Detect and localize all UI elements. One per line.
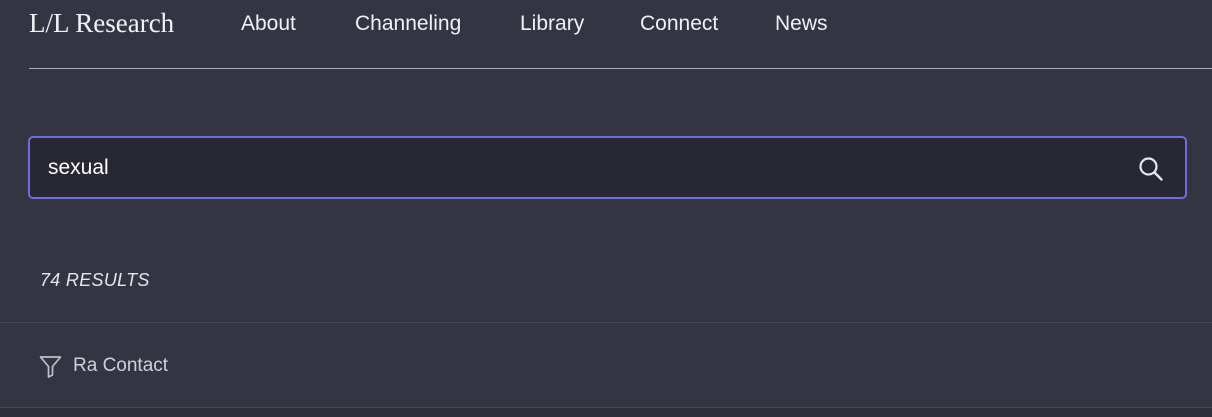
search-input[interactable] [30, 138, 1110, 197]
site-header: L/L Research About Channeling Library Co… [0, 0, 1212, 50]
results-count: 74 RESULTS [40, 270, 150, 290]
bottom-divider [0, 408, 1212, 417]
search-box [28, 136, 1187, 199]
nav-news[interactable]: News [775, 12, 828, 36]
filter-icon [38, 354, 63, 379]
nav-channeling[interactable]: Channeling [355, 12, 461, 36]
filter-ra-contact[interactable]: Ra Contact [38, 353, 168, 379]
filter-label: Ra Contact [73, 355, 169, 376]
nav-about[interactable]: About [241, 12, 296, 36]
search-icon[interactable] [1137, 155, 1165, 183]
site-logo-link[interactable]: L/L Research [29, 8, 174, 39]
nav-library[interactable]: Library [520, 12, 584, 36]
filter-bar: Ra Contact [0, 322, 1212, 408]
nav-connect[interactable]: Connect [640, 12, 718, 36]
header-divider [29, 68, 1212, 69]
